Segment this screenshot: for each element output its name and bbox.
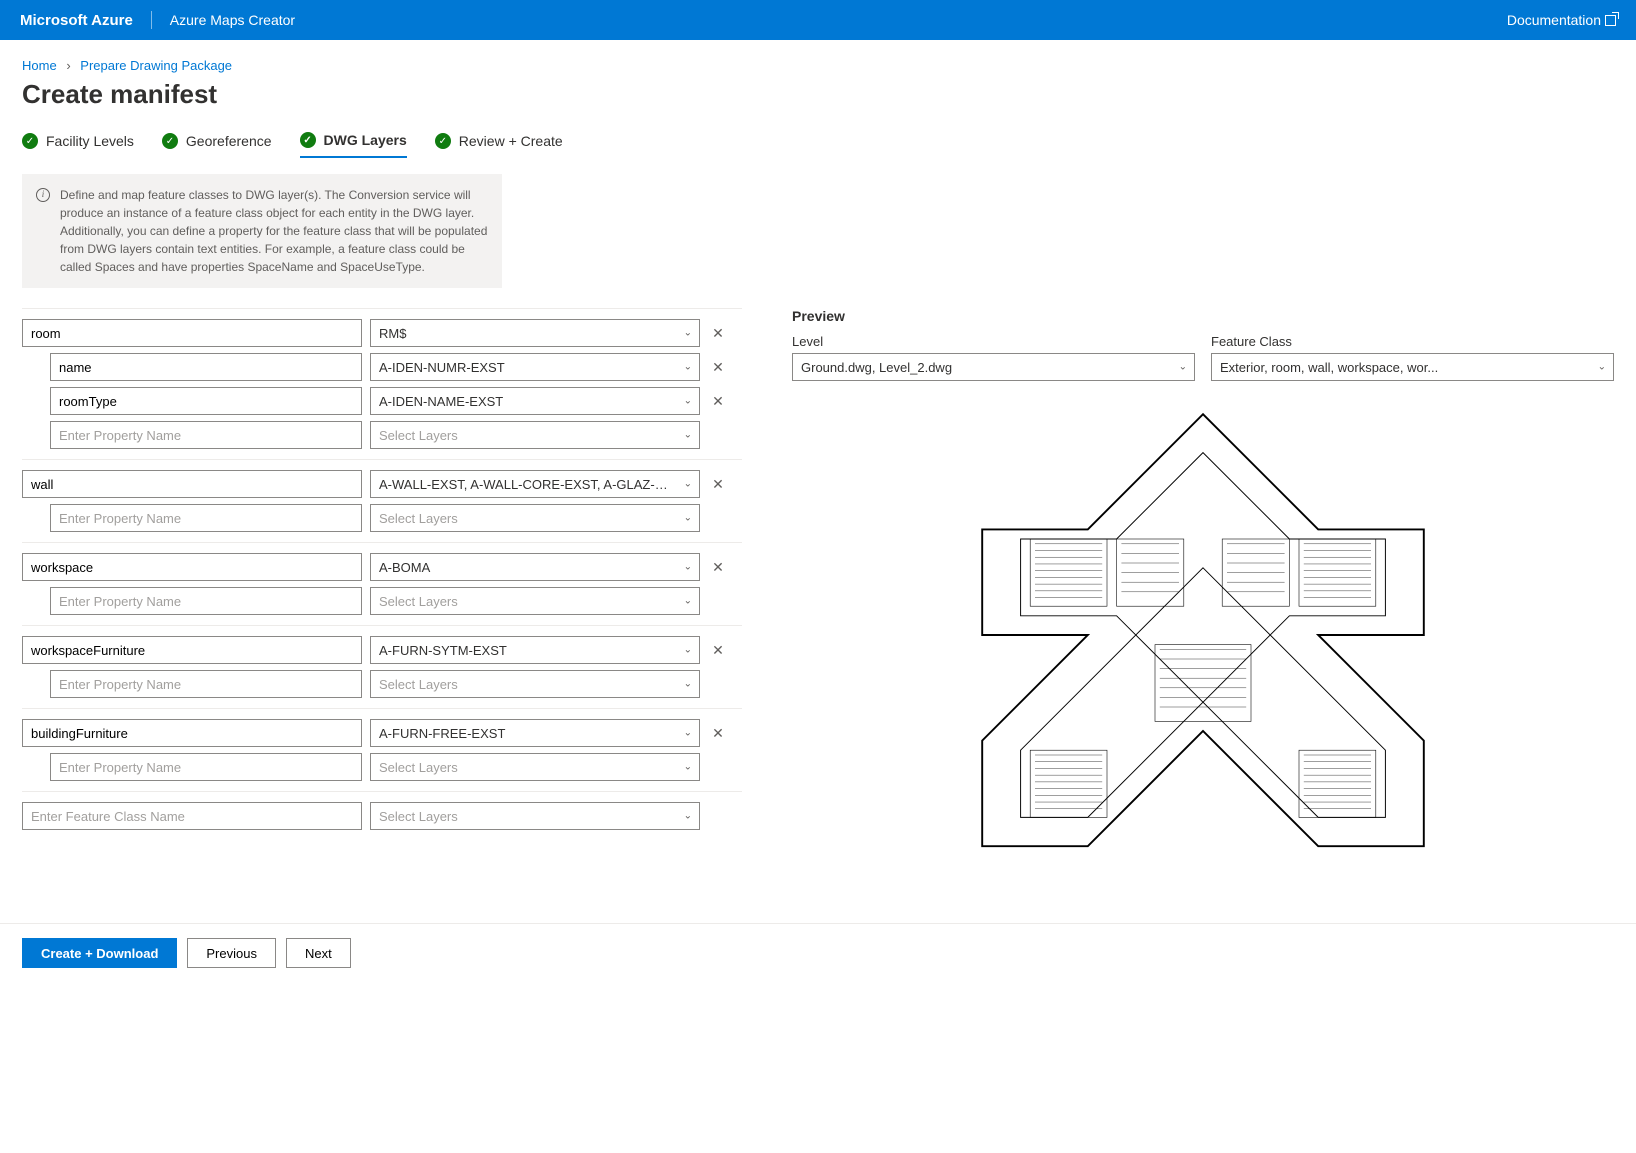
info-text: Define and map feature classes to DWG la…: [60, 186, 488, 276]
step-label: DWG Layers: [324, 132, 407, 148]
external-link-icon: [1605, 15, 1616, 26]
property-layers-select[interactable]: Select Layers: [370, 587, 700, 615]
divider: [151, 11, 152, 29]
check-icon: ✓: [300, 132, 316, 148]
layers-select[interactable]: Select Layers: [370, 802, 700, 830]
feature-class-name-input[interactable]: [22, 719, 362, 747]
feature-class-name-input[interactable]: [22, 319, 362, 347]
layers-select[interactable]: A-BOMA: [370, 553, 700, 581]
step-label: Georeference: [186, 133, 272, 149]
remove-button[interactable]: ✕: [708, 323, 728, 343]
previous-button[interactable]: Previous: [187, 938, 276, 968]
feature-class-name-input[interactable]: [22, 553, 362, 581]
feature-class-group-new: Select Layers ⌄: [22, 791, 742, 840]
layers-select[interactable]: RM$: [370, 319, 700, 347]
level-select[interactable]: Ground.dwg, Level_2.dwg: [792, 353, 1195, 381]
feature-class-name-input[interactable]: [22, 802, 362, 830]
feature-class-group: A-FURN-FREE-EXST ⌄ ✕ Select Layers ⌄: [22, 708, 742, 791]
documentation-link[interactable]: Documentation: [1507, 12, 1616, 28]
check-icon: ✓: [435, 133, 451, 149]
brand-label: Microsoft Azure: [20, 12, 133, 29]
remove-button[interactable]: ✕: [708, 474, 728, 494]
tab-facility-levels[interactable]: ✓ Facility Levels: [22, 132, 134, 158]
property-name-input[interactable]: [50, 504, 362, 532]
property-layers-select[interactable]: A-IDEN-NUMR-EXST: [370, 353, 700, 381]
feature-class-name-input[interactable]: [22, 636, 362, 664]
breadcrumb-home[interactable]: Home: [22, 58, 57, 73]
tab-review-create[interactable]: ✓ Review + Create: [435, 132, 563, 158]
property-layers-select[interactable]: Select Layers: [370, 504, 700, 532]
remove-button[interactable]: ✕: [708, 357, 728, 377]
property-name-input[interactable]: [50, 753, 362, 781]
preview-panel: Preview Level Ground.dwg, Level_2.dwg ⌄ …: [792, 308, 1614, 875]
feature-class-name-input[interactable]: [22, 470, 362, 498]
feature-class-group: A-WALL-EXST, A-WALL-CORE-EXST, A-GLAZ-SI…: [22, 459, 742, 542]
feature-class-form: RM$ ⌄ ✕ A-IDEN-NUMR-EXST ⌄ ✕ A: [22, 308, 742, 875]
check-icon: ✓: [162, 133, 178, 149]
property-name-input[interactable]: [50, 587, 362, 615]
breadcrumb: Home › Prepare Drawing Package: [22, 58, 1614, 73]
page-title: Create manifest: [22, 79, 1614, 110]
create-download-button[interactable]: Create + Download: [22, 938, 177, 968]
property-layers-select[interactable]: Select Layers: [370, 421, 700, 449]
property-name-input[interactable]: [50, 670, 362, 698]
property-layers-select[interactable]: A-IDEN-NAME-EXST: [370, 387, 700, 415]
tab-dwg-layers[interactable]: ✓ DWG Layers: [300, 132, 407, 158]
top-bar: Microsoft Azure Azure Maps Creator Docum…: [0, 0, 1636, 40]
breadcrumb-current[interactable]: Prepare Drawing Package: [80, 58, 232, 73]
step-label: Review + Create: [459, 133, 563, 149]
remove-button[interactable]: ✕: [708, 557, 728, 577]
layers-select[interactable]: A-FURN-SYTM-EXST: [370, 636, 700, 664]
tab-georeference[interactable]: ✓ Georeference: [162, 132, 272, 158]
remove-button[interactable]: ✕: [708, 391, 728, 411]
chevron-right-icon: ›: [66, 58, 70, 73]
property-name-input[interactable]: [50, 421, 362, 449]
bottom-bar: Create + Download Previous Next: [0, 923, 1636, 982]
feature-class-group: A-BOMA ⌄ ✕ Select Layers ⌄: [22, 542, 742, 625]
feature-class-group: A-FURN-SYTM-EXST ⌄ ✕ Select Layers ⌄: [22, 625, 742, 708]
documentation-label: Documentation: [1507, 12, 1601, 28]
property-name-input[interactable]: [50, 387, 362, 415]
floor-plan-preview[interactable]: [792, 395, 1614, 875]
next-button[interactable]: Next: [286, 938, 351, 968]
remove-button[interactable]: ✕: [708, 723, 728, 743]
level-label: Level: [792, 334, 1195, 349]
step-label: Facility Levels: [46, 133, 134, 149]
info-box: i Define and map feature classes to DWG …: [22, 174, 502, 288]
product-label: Azure Maps Creator: [170, 12, 295, 28]
wizard-steps: ✓ Facility Levels ✓ Georeference ✓ DWG L…: [22, 132, 1614, 158]
layers-select[interactable]: A-FURN-FREE-EXST: [370, 719, 700, 747]
feature-class-select[interactable]: Exterior, room, wall, workspace, wor...: [1211, 353, 1614, 381]
check-icon: ✓: [22, 133, 38, 149]
layers-select[interactable]: A-WALL-EXST, A-WALL-CORE-EXST, A-GLAZ-SI…: [370, 470, 700, 498]
property-name-input[interactable]: [50, 353, 362, 381]
info-icon: i: [36, 188, 50, 202]
property-layers-select[interactable]: Select Layers: [370, 753, 700, 781]
feature-class-label: Feature Class: [1211, 334, 1614, 349]
preview-title: Preview: [792, 308, 1614, 324]
feature-class-group: RM$ ⌄ ✕ A-IDEN-NUMR-EXST ⌄ ✕ A: [22, 308, 742, 459]
remove-button[interactable]: ✕: [708, 640, 728, 660]
property-layers-select[interactable]: Select Layers: [370, 670, 700, 698]
